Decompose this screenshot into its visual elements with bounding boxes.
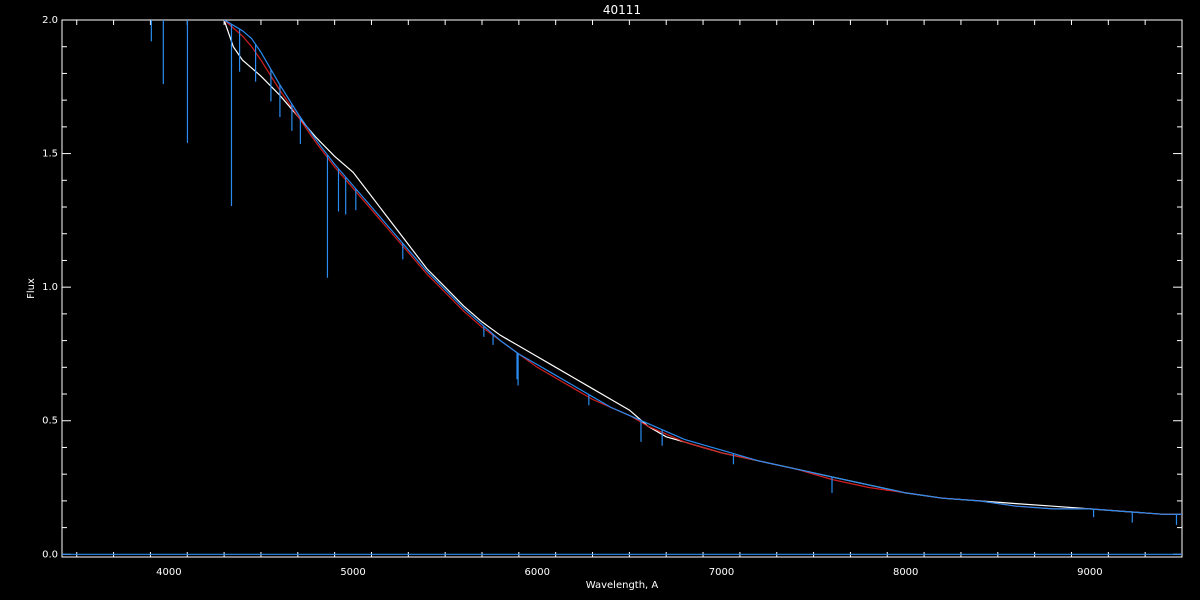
x-axis-label: Wavelength, A bbox=[586, 580, 659, 591]
x-tick-label: 9000 bbox=[1077, 567, 1102, 578]
x-tick-label: 7000 bbox=[709, 567, 734, 578]
y-tick-label: 2.0 bbox=[42, 15, 58, 26]
y-tick-label: 0.5 bbox=[42, 416, 58, 427]
x-tick-label: 8000 bbox=[893, 567, 918, 578]
y-tick-label: 1.0 bbox=[42, 282, 58, 293]
series-line-0 bbox=[223, 20, 1182, 515]
x-tick-label: 6000 bbox=[525, 567, 550, 578]
y-axis-label: Flux bbox=[26, 278, 37, 299]
plot-frame bbox=[61, 19, 1183, 558]
spectrum-chart: 4000 5000 6000 7000 8000 9000 0.0 0.5 1.0 1.5 2.0 … bbox=[0, 0, 1200, 600]
y-tick-label: 0.0 bbox=[42, 549, 58, 560]
absorption-lines-layer bbox=[150, 20, 1178, 525]
chart-title: 40111 bbox=[603, 3, 641, 17]
axis-ticks: 4000 5000 6000 7000 8000 9000 0.0 0.5 1.0 1.5 2.0 bbox=[42, 15, 1183, 578]
spectrum-plot: 4000 5000 6000 7000 8000 90000.00.51.01.52.0 … bbox=[26, 3, 1183, 591]
series-line-1 bbox=[223, 20, 1182, 515]
x-tick-label: 4000 bbox=[156, 567, 181, 578]
series-layer bbox=[62, 20, 1182, 555]
x-tick-label: 5000 bbox=[340, 567, 365, 578]
series-line-2 bbox=[223, 20, 1182, 515]
y-tick-label: 1.5 bbox=[42, 149, 58, 160]
